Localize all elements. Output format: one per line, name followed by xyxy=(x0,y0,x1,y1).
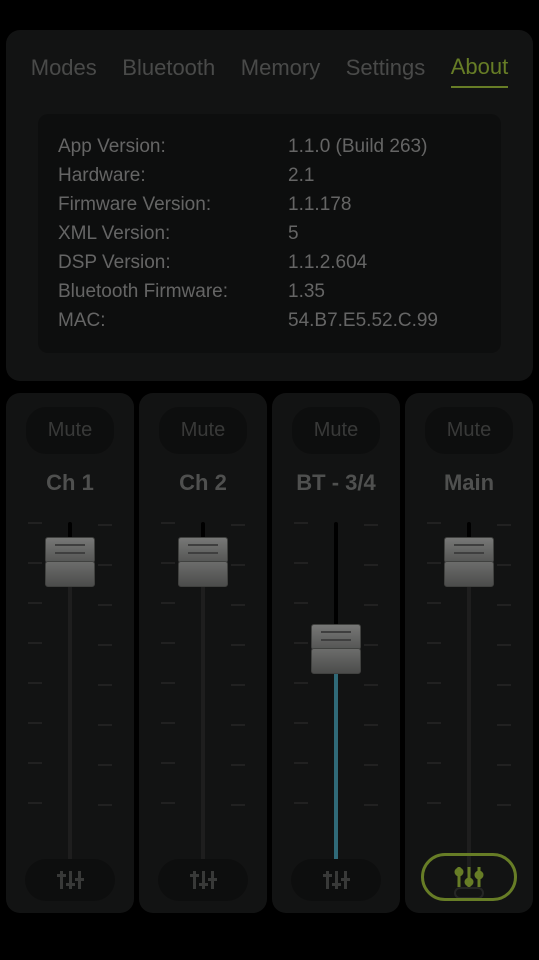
about-label: Firmware Version: xyxy=(58,190,288,219)
about-value: 1.1.0 (Build 263) xyxy=(288,132,481,161)
tab-modes[interactable]: Modes xyxy=(31,51,97,87)
about-label: MAC: xyxy=(58,306,288,335)
channel-eq-button-bt34[interactable] xyxy=(291,859,381,901)
about-row-app-version: App Version:1.1.0 (Build 263) xyxy=(58,132,481,161)
about-row-firmware: Firmware Version:1.1.178 xyxy=(58,190,481,219)
channel-bt34: Mute BT - 3/4 xyxy=(272,393,400,913)
main-eq-button[interactable] xyxy=(421,853,517,901)
about-value: 1.1.178 xyxy=(288,190,481,219)
sliders-icon xyxy=(60,871,63,889)
fader-knob[interactable] xyxy=(444,537,494,585)
sliders-icon xyxy=(326,871,329,889)
channel-label: Main xyxy=(444,470,494,496)
mute-button-ch2[interactable]: Mute xyxy=(159,407,247,454)
fader-knob[interactable] xyxy=(45,537,95,585)
about-label: DSP Version: xyxy=(58,248,288,277)
channel-label: Ch 2 xyxy=(179,470,227,496)
tab-bluetooth[interactable]: Bluetooth xyxy=(122,51,215,87)
fader-knob[interactable] xyxy=(178,537,228,585)
about-value: 2.1 xyxy=(288,161,481,190)
sliders-icon xyxy=(449,864,489,890)
fader-ch2[interactable] xyxy=(173,522,233,875)
tab-bar: Modes Bluetooth Memory Settings About xyxy=(6,50,533,106)
about-value: 1.1.2.604 xyxy=(288,248,481,277)
about-info-card: App Version:1.1.0 (Build 263) Hardware:2… xyxy=(38,114,501,353)
tab-settings[interactable]: Settings xyxy=(346,51,426,87)
about-value: 54.B7.E5.52.C.99 xyxy=(288,306,481,335)
about-label: Hardware: xyxy=(58,161,288,190)
about-row-bt-fw: Bluetooth Firmware:1.35 xyxy=(58,277,481,306)
mixer-row: Mute Ch 1 Mute Ch 2 Mute BT - 3/4 Mute Main xyxy=(6,393,533,913)
fader-main[interactable] xyxy=(439,522,499,875)
sliders-icon xyxy=(78,871,81,889)
sliders-icon xyxy=(202,871,205,889)
fader-knob[interactable] xyxy=(311,624,361,672)
channel-eq-button-ch1[interactable] xyxy=(25,859,115,901)
channel-eq-button-ch2[interactable] xyxy=(158,859,248,901)
about-row-dsp: DSP Version:1.1.2.604 xyxy=(58,248,481,277)
tab-memory[interactable]: Memory xyxy=(241,51,320,87)
fader-ch1[interactable] xyxy=(40,522,100,875)
fader-bt34[interactable] xyxy=(306,522,366,875)
about-row-mac: MAC:54.B7.E5.52.C.99 xyxy=(58,306,481,335)
about-label: Bluetooth Firmware: xyxy=(58,277,288,306)
sliders-icon xyxy=(344,871,347,889)
about-label: App Version: xyxy=(58,132,288,161)
sliders-icon xyxy=(335,871,338,889)
about-value: 1.35 xyxy=(288,277,481,306)
sliders-icon xyxy=(69,871,72,889)
channel-ch1: Mute Ch 1 xyxy=(6,393,134,913)
tab-about[interactable]: About xyxy=(451,50,509,88)
sliders-icon xyxy=(193,871,196,889)
mute-button-main[interactable]: Mute xyxy=(425,407,513,454)
sliders-icon xyxy=(211,871,214,889)
about-value: 5 xyxy=(288,219,481,248)
about-row-hardware: Hardware:2.1 xyxy=(58,161,481,190)
channel-label: Ch 1 xyxy=(46,470,94,496)
mute-button-bt34[interactable]: Mute xyxy=(292,407,380,454)
channel-main: Mute Main xyxy=(405,393,533,913)
mute-button-ch1[interactable]: Mute xyxy=(26,407,114,454)
about-label: XML Version: xyxy=(58,219,288,248)
channel-label: BT - 3/4 xyxy=(296,470,375,496)
about-panel: Modes Bluetooth Memory Settings About Ap… xyxy=(6,30,533,381)
about-row-xml: XML Version:5 xyxy=(58,219,481,248)
channel-ch2: Mute Ch 2 xyxy=(139,393,267,913)
